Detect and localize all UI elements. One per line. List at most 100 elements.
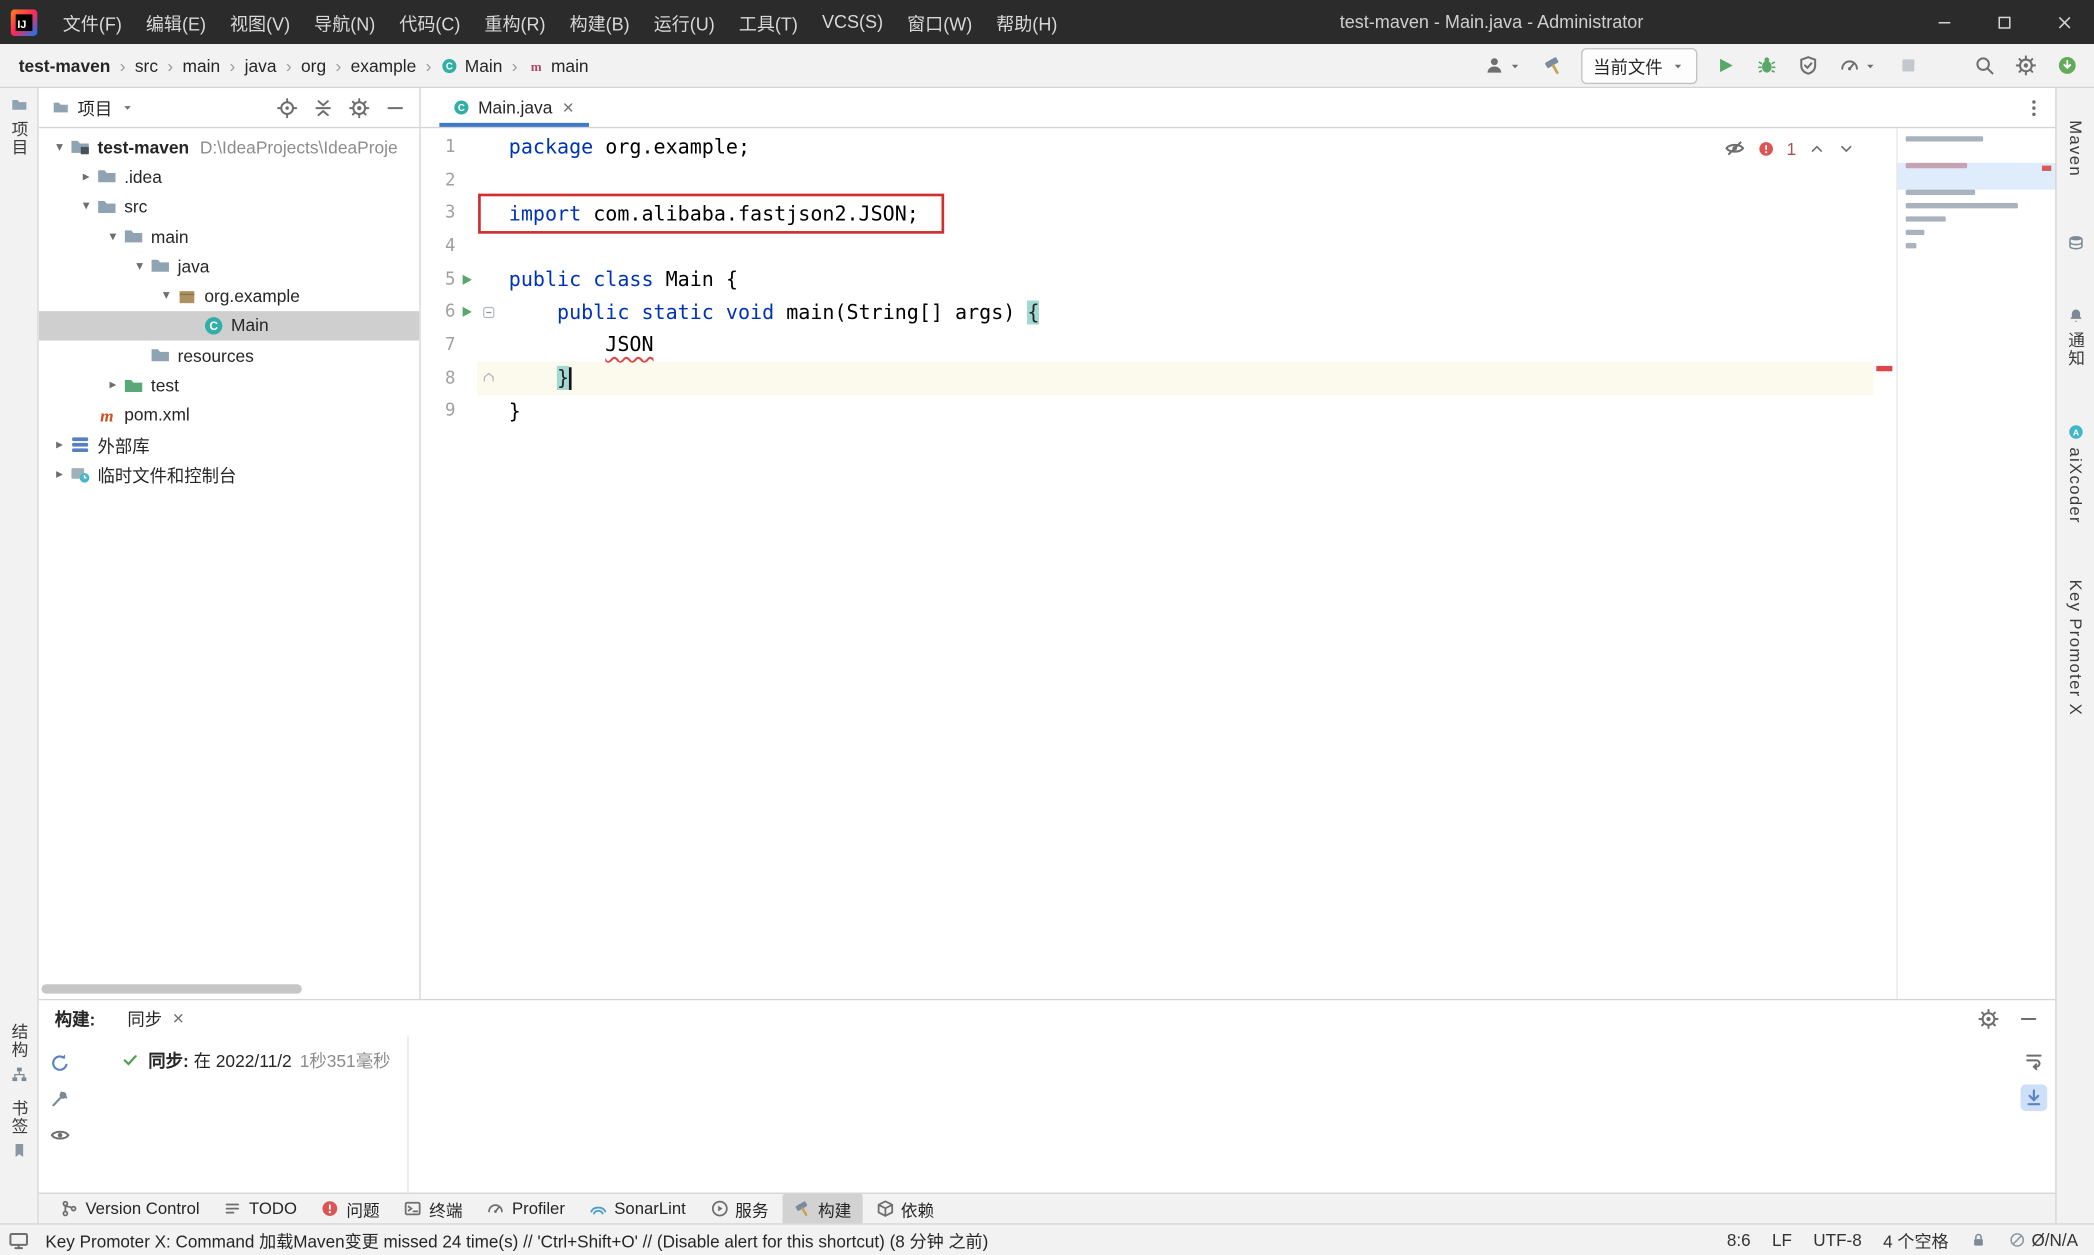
menu-item[interactable]: 运行(U) <box>642 0 727 44</box>
breadcrumb-item[interactable]: org <box>301 55 326 75</box>
debug-button[interactable] <box>1753 52 1780 79</box>
tree-item[interactable]: ▸外部库 <box>39 430 420 460</box>
minimize-button[interactable] <box>1914 0 1974 44</box>
prev-error-icon[interactable] <box>1808 140 1825 157</box>
collapse-all-icon[interactable] <box>312 97 333 118</box>
tree-toggle-icon[interactable]: ▸ <box>49 467 69 482</box>
tool-window-button[interactable]: Version Control <box>49 1197 210 1221</box>
user-button[interactable] <box>1481 52 1525 79</box>
tool-stripe-tab[interactable]: 通知 <box>2063 299 2088 375</box>
tree-item[interactable]: ▸临时文件和控制台 <box>39 460 420 490</box>
tree-toggle-icon[interactable]: ▾ <box>103 229 123 244</box>
highlighting-level-icon[interactable] <box>1724 138 1745 159</box>
tool-stripe-tab[interactable]: 结构 <box>6 1015 31 1091</box>
tool-window-switcher-icon[interactable] <box>8 1229 29 1250</box>
menu-item[interactable]: 帮助(H) <box>984 0 1069 44</box>
caret-position[interactable]: 8:6 <box>1727 1230 1751 1250</box>
breadcrumb-item[interactable]: src <box>135 55 158 75</box>
horizontal-scrollbar[interactable] <box>41 984 301 993</box>
tree-toggle-icon[interactable]: ▸ <box>103 378 123 393</box>
code-line[interactable]: 2 <box>421 164 1874 197</box>
tab-options-icon[interactable] <box>2023 97 2044 118</box>
tree-item[interactable]: ▸.idea <box>39 162 420 192</box>
hide-panel-icon[interactable] <box>2018 1008 2039 1029</box>
code-line[interactable]: 3import com.alibaba.fastjson2.JSON; <box>421 197 1874 230</box>
build-result-row[interactable]: 同步: 在 2022/11/21秒351毫秒 <box>122 1047 2056 1072</box>
menu-item[interactable]: 重构(R) <box>472 0 557 44</box>
tool-window-button[interactable]: SonarLint <box>578 1197 696 1221</box>
code-line[interactable]: 7 JSON <box>421 329 1874 362</box>
menu-item[interactable]: 代码(C) <box>387 0 472 44</box>
run-config-select[interactable]: 当前文件 <box>1581 47 1697 83</box>
inspect-icon[interactable] <box>49 1124 70 1145</box>
tool-stripe-tab[interactable]: AaiXcoder <box>2066 415 2085 532</box>
indent-style[interactable]: 4 个空格 <box>1883 1227 1949 1252</box>
breadcrumb-item[interactable]: main <box>183 55 221 75</box>
menu-item[interactable]: 视图(V) <box>218 0 302 44</box>
run-line-icon[interactable] <box>455 272 476 287</box>
menu-item[interactable]: 工具(T) <box>727 0 810 44</box>
tree-toggle-icon[interactable]: ▸ <box>49 438 69 453</box>
tab-close-icon[interactable] <box>560 100 575 115</box>
breadcrumb-item[interactable]: CMain <box>441 55 503 75</box>
tree-item[interactable]: ▾test-mavenD:\IdeaProjects\IdeaProje <box>39 132 420 162</box>
tool-window-button[interactable]: Profiler <box>476 1197 576 1221</box>
status-message[interactable]: Key Promoter X: Command 加载Maven变更 missed… <box>45 1227 988 1252</box>
breadcrumb-item[interactable]: java <box>245 55 277 75</box>
gear-icon[interactable] <box>349 97 370 118</box>
coverage-button[interactable] <box>1795 52 1822 79</box>
code-line[interactable]: 9} <box>421 395 1874 428</box>
code-line[interactable]: 4 <box>421 230 1874 263</box>
error-stripe-mark[interactable] <box>1876 366 1892 371</box>
error-badge-icon[interactable] <box>1757 140 1774 157</box>
tool-window-button[interactable]: 问题 <box>310 1193 390 1224</box>
tool-window-button[interactable]: 服务 <box>699 1193 779 1224</box>
fold-marker-icon[interactable] <box>477 304 501 320</box>
code-line[interactable]: 1package org.example; <box>421 131 1874 164</box>
tree-item[interactable]: CMain <box>39 311 420 341</box>
code-editor[interactable]: 1package org.example;23import com.alibab… <box>421 128 1874 999</box>
pin-icon[interactable] <box>49 1088 70 1109</box>
menu-item[interactable]: VCS(S) <box>810 0 895 44</box>
tree-toggle-icon[interactable]: ▾ <box>49 140 69 155</box>
aixcoder-status[interactable]: Ø/N/A <box>2009 1230 2078 1250</box>
breadcrumb-item[interactable]: example <box>351 55 417 75</box>
tool-stripe-tab[interactable]: 书签 <box>6 1091 31 1167</box>
close-button[interactable] <box>2034 0 2094 44</box>
tree-toggle-icon[interactable]: ▾ <box>76 199 96 214</box>
tool-window-button[interactable]: 构建 <box>782 1193 862 1224</box>
tab-sync[interactable]: 同步 <box>119 1000 194 1036</box>
project-panel-title[interactable]: 项目 <box>77 95 112 120</box>
refresh-icon[interactable] <box>49 1052 70 1073</box>
soft-wrap-icon[interactable] <box>2021 1047 2048 1074</box>
tool-window-button[interactable]: 终端 <box>393 1193 473 1224</box>
line-ending[interactable]: LF <box>1772 1230 1792 1250</box>
menu-item[interactable]: 导航(N) <box>302 0 387 44</box>
tree-item[interactable]: ▾java <box>39 251 420 281</box>
menu-item[interactable]: 窗口(W) <box>895 0 984 44</box>
tree-item[interactable]: ▾main <box>39 222 420 252</box>
search-everywhere-button[interactable] <box>1971 52 1998 79</box>
tool-stripe-tab[interactable] <box>2067 225 2084 258</box>
menu-item[interactable]: 文件(F) <box>51 0 134 44</box>
tree-toggle-icon[interactable]: ▾ <box>156 289 176 304</box>
panel-divider[interactable] <box>407 1036 408 1192</box>
tree-item[interactable]: ▾org.example <box>39 281 420 311</box>
menu-item[interactable]: 编辑(E) <box>134 0 218 44</box>
select-opened-file-icon[interactable] <box>276 97 297 118</box>
fold-marker-icon[interactable] <box>477 370 501 386</box>
tab-main-java[interactable]: C Main.java <box>439 88 588 127</box>
minimap[interactable] <box>1896 128 2055 999</box>
tool-stripe-tab[interactable]: Key Promoter X <box>2066 571 2085 724</box>
tree-toggle-icon[interactable]: ▸ <box>76 170 96 185</box>
stop-button[interactable] <box>1895 52 1922 79</box>
run-line-icon[interactable] <box>455 305 476 320</box>
tool-window-button[interactable]: TODO <box>213 1197 308 1221</box>
update-button[interactable] <box>2054 52 2081 79</box>
breadcrumb-item[interactable]: test-maven <box>19 55 111 75</box>
code-line[interactable]: 6 public static void main(String[] args)… <box>421 296 1874 329</box>
tool-stripe-tab[interactable]: Maven <box>2066 112 2085 185</box>
scroll-to-end-icon[interactable] <box>2021 1084 2048 1111</box>
code-line[interactable]: 8 } <box>421 362 1874 395</box>
tab-close-icon[interactable] <box>171 1011 186 1026</box>
